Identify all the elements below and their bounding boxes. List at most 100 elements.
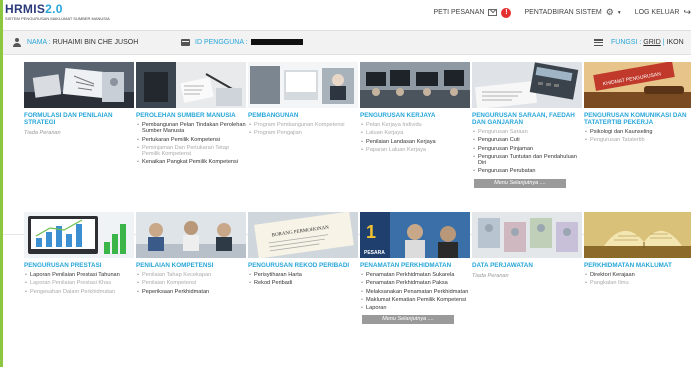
module-menu-list: Laporan Penilaian Prestasi TahunanLapora… xyxy=(24,272,136,295)
module-title[interactable]: FORMULASI DAN PENILAIAN STRATEGI xyxy=(24,112,136,126)
module-title[interactable]: PENAMATAN PERKHIDMATAN xyxy=(360,262,472,269)
menu-item[interactable]: Psikologi dan Kaunseling xyxy=(584,129,691,136)
module-title[interactable]: PEMBANGUNAN xyxy=(248,112,360,119)
module-image[interactable] xyxy=(24,212,134,258)
menu-item[interactable]: Pengurusan Cuti xyxy=(472,137,584,144)
module-title[interactable]: PEROLEHAN SUMBER MANUSIA xyxy=(136,112,248,119)
module-image[interactable] xyxy=(136,62,246,108)
no-role-text: Tiada Peranan xyxy=(24,130,61,136)
module-title[interactable]: PENILAIAN KOMPETENSI xyxy=(136,262,248,269)
menu-item: Penilaian Kompetensi xyxy=(136,280,248,287)
module-menu-list: Program Pembangunan KompetensiProgram Pe… xyxy=(248,122,360,137)
hrmis-logo[interactable]: HRMIS2.0 SISTEM PENGURUSAN MAKLUMAT SUMB… xyxy=(5,3,110,21)
menu-item: Penilaian Tahap Kecekapan xyxy=(136,272,248,279)
module-menu-list: Direktori KerajaanPangkalan Ilmu xyxy=(584,272,691,287)
no-role-text: Tiada Peranan xyxy=(472,273,509,279)
icon-view-link[interactable]: IKON xyxy=(667,39,684,46)
module-image[interactable] xyxy=(584,212,691,258)
module-image[interactable] xyxy=(24,62,134,108)
masked-user-id xyxy=(250,39,303,46)
module-tile-penamatan-perkhidmatan[interactable]: 1 PESARA PENAMATAN PERKHIDMATAN Penamatan … xyxy=(360,212,472,325)
menu-item: Paparan Laluan Kerjaya xyxy=(360,147,472,154)
module-image[interactable]: BORANG PERMOHONAN xyxy=(248,212,358,258)
module-menu-list: Pelan Kerjaya IndividuLaluan Kerjaya Peni… xyxy=(360,122,472,153)
module-tile-pengurusan-kerjaya[interactable]: PENGURUSAN KERJAYA Pelan Kerjaya Individu… xyxy=(360,62,472,155)
user-name: NAMA : RUHAIMI BIN CHE JUSOH xyxy=(27,39,139,46)
messages-link[interactable]: PETI PESANAN ! xyxy=(434,7,512,18)
mail-icon xyxy=(488,9,498,16)
menu-item: Pelan Kerjaya Individu xyxy=(360,122,472,129)
menu-item[interactable]: Laporan Penilaian Prestasi Tahunan xyxy=(24,272,136,279)
menu-item[interactable]: Pengurusan Perubatan xyxy=(472,168,584,175)
module-tile-pengurusan-komunikasi-dan-tatatertib-pekerja[interactable]: KHIDMAT PENGURUSAN PENGURUSAN KOMUNIKASI… xyxy=(584,62,691,146)
menu-item[interactable]: Pengurusan Tuntutan dan Pendahuluan Diri xyxy=(472,154,584,167)
menu-item: Peminjaman Dan Pertukaran Tetap Pemilik … xyxy=(136,145,248,158)
id-card-icon xyxy=(181,39,190,46)
module-tile-formulasi-dan-penilaian-strategi[interactable]: FORMULASI DAN PENILAIAN STRATEGI Tiada Pe… xyxy=(24,62,136,136)
module-image[interactable] xyxy=(136,212,246,258)
module-tile-pengurusan-saraan-faedah-dan-ganjaran[interactable]: PENGURUSAN SARAAN, FAEDAH DAN GANJARAN Pe… xyxy=(472,62,584,188)
module-menu-list: Pengurusan SaraanPengurusan Cuti Pengurus… xyxy=(472,129,584,175)
menu-item: Laporan Penilaian Prestasi Khas xyxy=(24,280,136,287)
module-title[interactable]: PENGURUSAN KERJAYA xyxy=(360,112,472,119)
module-title[interactable]: DATA PERJAWATAN xyxy=(472,262,584,269)
module-title[interactable]: PENGURUSAN PRESTASI xyxy=(24,262,136,269)
menu-item: Program Pengajian xyxy=(248,130,360,137)
user-icon xyxy=(13,38,21,47)
user-id: ID PENGGUNA : xyxy=(195,39,303,46)
menu-item[interactable]: Penilaian Landasan Kerjaya xyxy=(360,139,472,146)
list-icon xyxy=(594,39,603,47)
module-tile-pengurusan-prestasi[interactable]: PENGURUSAN PRESTASI Laporan Penilaian Pre… xyxy=(24,212,136,297)
module-image[interactable]: KHIDMAT PENGURUSAN xyxy=(584,62,691,108)
menu-item[interactable]: Pembangunan Pelan Tindakan Perolehan Sum… xyxy=(136,122,248,135)
module-image[interactable] xyxy=(472,212,582,258)
message-alert-badge: ! xyxy=(501,7,512,18)
module-tile-perkhidmatan-maklumat[interactable]: PERKHIDMATAN MAKLUMAT Direktori KerajaanP… xyxy=(584,212,691,289)
module-title[interactable]: PENGURUSAN SARAAN, FAEDAH DAN GANJARAN xyxy=(472,112,584,126)
module-tile-perolehan-sumber-manusia[interactable]: PEROLEHAN SUMBER MANUSIA Pembangunan Pela… xyxy=(136,62,248,168)
module-tile-penilaian-kompetensi[interactable]: PENILAIAN KOMPETENSI Penilaian Tahap Kece… xyxy=(136,212,248,297)
module-image[interactable] xyxy=(472,62,582,108)
gear-icon: ⚙ xyxy=(605,7,614,17)
user-info-bar: NAMA : RUHAIMI BIN CHE JUSOH ID PENGGUNA… xyxy=(3,30,691,55)
module-image[interactable]: 1 PESARA xyxy=(360,212,470,258)
top-nav: PETI PESANAN ! PENTADBIRAN SISTEM ⚙ ▼ LO… xyxy=(421,7,691,18)
module-menu-list: Psikologi dan KaunselingPengurusan Tatat… xyxy=(584,129,691,144)
module-title[interactable]: PENGURUSAN KOMUNIKASI DAN TATATERTIB PEK… xyxy=(584,112,691,126)
module-image[interactable] xyxy=(248,62,358,108)
menu-item: Program Pembangunan Kompetensi xyxy=(248,122,360,129)
left-accent-bar xyxy=(0,0,3,367)
menu-item[interactable]: Pertukaran Pemilik Kompetensi xyxy=(136,137,248,144)
menu-item[interactable]: Maklumat Kematian Pemilik Kompetensi xyxy=(360,297,472,304)
more-menu-button[interactable]: Menu Selanjutnya .... xyxy=(362,315,454,325)
menu-item[interactable]: Perisytiharan Harta xyxy=(248,272,360,279)
menu-item[interactable]: Direktori Kerajaan xyxy=(584,272,691,279)
module-title[interactable]: PENGURUSAN REKOD PERIBADI xyxy=(248,262,360,269)
more-menu-button[interactable]: Menu Selanjutnya .... xyxy=(474,178,566,188)
chevron-down-icon: ▼ xyxy=(616,9,622,16)
module-menu-list: Penilaian Tahap KecekapanPenilaian Kompe… xyxy=(136,272,248,295)
menu-item[interactable]: Penamatan Perkhidmatan Sukarela xyxy=(360,272,472,279)
logout-link[interactable]: LOG KELUAR ↪ xyxy=(635,7,691,18)
menu-item: Pengurusan Saraan xyxy=(472,129,584,136)
menu-item: Laluan Kerjaya xyxy=(360,130,472,137)
menu-item: Pengurusan Tatatertib xyxy=(584,137,691,144)
menu-item[interactable]: Peperiksaan Perkhidmatan xyxy=(136,289,248,296)
logout-icon: ↪ xyxy=(683,7,691,17)
module-title[interactable]: PERKHIDMATAN MAKLUMAT xyxy=(584,262,691,269)
menu-item[interactable]: Rekod Peribadi xyxy=(248,280,360,287)
module-menu-list: Perisytiharan HartaRekod Peribadi xyxy=(248,272,360,287)
module-tile-pembangunan[interactable]: PEMBANGUNAN Program Pembangunan Kompetens… xyxy=(248,62,360,139)
module-tile-data-perjawatan[interactable]: DATA PERJAWATAN Tiada Peranan xyxy=(472,212,584,279)
admin-menu[interactable]: PENTADBIRAN SISTEM ⚙ ▼ xyxy=(524,8,621,17)
pesara-sign-text: PESARA xyxy=(364,250,385,256)
menu-item[interactable]: Penamatan Perkhidmatan Paksa xyxy=(360,280,472,287)
menu-item[interactable]: Melaksanakan Penamatan Perkhidmatan xyxy=(360,289,472,296)
menu-item[interactable]: Kenaikan Pangkat Pemilik Kompetensi xyxy=(136,159,248,166)
module-tile-pengurusan-rekod-peribadi[interactable]: BORANG PERMOHONAN PENGURUSAN REKOD PERIB… xyxy=(248,212,360,289)
grid-view-link[interactable]: GRID xyxy=(643,39,661,46)
menu-item[interactable]: Pengurusan Pinjaman xyxy=(472,146,584,153)
menu-item[interactable]: Laporan xyxy=(360,305,472,312)
menu-item: Pengesahan Dalam Perkhidmatan xyxy=(24,289,136,296)
module-image[interactable] xyxy=(360,62,470,108)
